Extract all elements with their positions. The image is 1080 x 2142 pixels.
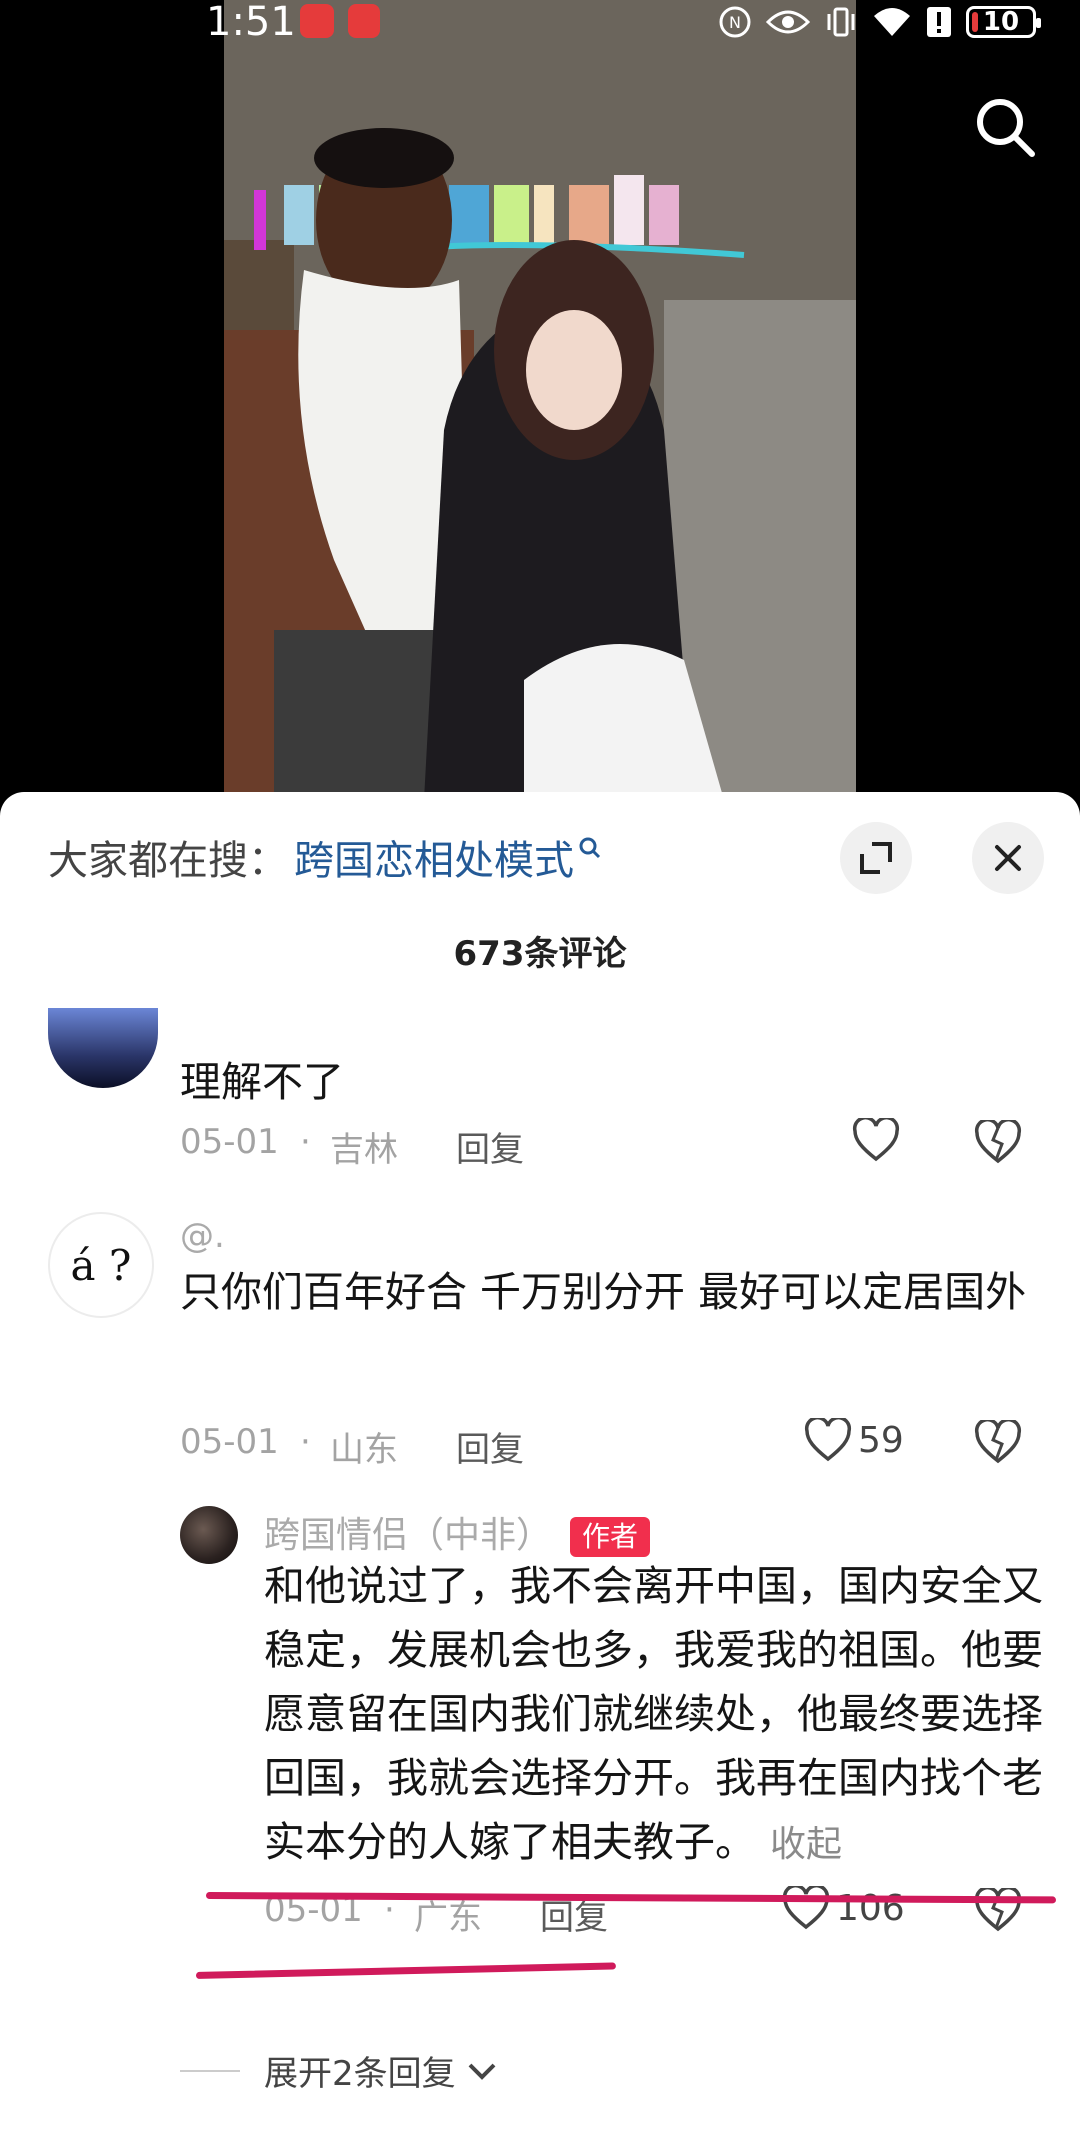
huawei-app-icon	[300, 4, 334, 38]
avatar[interactable]	[180, 1506, 238, 1564]
heart-icon	[782, 1886, 830, 1930]
avatar[interactable]	[48, 1008, 158, 1088]
like-button[interactable]: 59	[804, 1418, 904, 1462]
vibrate-icon	[827, 7, 855, 37]
comment-text: 理解不了	[180, 1058, 344, 1106]
eye-comfort-icon	[766, 10, 810, 34]
video-frame-image	[224, 0, 856, 800]
avatar[interactable]: á ?	[48, 1212, 154, 1318]
comment-text: 只你们百年好合 千万别分开 最好可以定居国外	[180, 1268, 1027, 1316]
author-tag: 作者	[570, 1517, 651, 1557]
like-count: 59	[858, 1419, 904, 1461]
search-icon[interactable]	[970, 92, 1040, 162]
expand-icon	[860, 842, 892, 874]
username[interactable]: 跨国情侣（中非）	[264, 1515, 552, 1556]
expand-button[interactable]	[840, 822, 912, 894]
battery-level: 10	[982, 7, 1020, 37]
status-time: 1:51	[206, 0, 296, 45]
battery-indicator: 10	[966, 6, 1041, 38]
chevron-down-icon	[468, 2063, 496, 2080]
wifi-icon	[874, 8, 910, 36]
comment-location: 吉林	[330, 1130, 398, 1170]
dislike-icon[interactable]	[974, 1420, 1022, 1464]
author-reply: 跨国情侣（中非） 作者 和他说过了，我不会离开中国，国内安全又稳定，发展机会也多，…	[0, 1506, 1080, 1946]
search-hint-term[interactable]: 跨国恋相处模式	[294, 828, 574, 886]
heart-icon	[804, 1418, 852, 1462]
battery-fill	[972, 12, 979, 32]
heart-icon	[852, 1118, 900, 1162]
svg-text:N: N	[729, 13, 741, 32]
dislike-icon[interactable]	[974, 1888, 1022, 1932]
meta-separator: ·	[300, 1122, 311, 1162]
like-button[interactable]: 106	[782, 1886, 905, 1930]
reply-username-row: 跨国情侣（中非） 作者	[264, 1506, 651, 1558]
close-icon	[995, 845, 1021, 871]
expand-replies-label: 展开2条回复	[264, 2054, 456, 2094]
username[interactable]: @.	[180, 1216, 225, 1256]
status-bar: 1:51 N 10	[0, 0, 1080, 44]
comment-item: 理解不了 05-01 · 吉林 回复	[0, 1008, 1080, 1171]
search-hint-label: 大家都在搜：	[48, 838, 288, 884]
like-button[interactable]	[852, 1118, 900, 1162]
search-hint[interactable]: 大家都在搜： 跨国恋相处模式	[48, 828, 602, 886]
alert-icon	[927, 7, 951, 37]
comment-location: 山东	[330, 1430, 398, 1470]
avatar-text: á ?	[70, 1240, 132, 1290]
video-player[interactable]	[224, 0, 856, 800]
comment-date: 05-01	[180, 1122, 279, 1162]
divider-line	[180, 2069, 240, 2072]
notification-app-icon	[348, 4, 380, 38]
comment-date: 05-01	[180, 1422, 279, 1462]
status-icons: N 10	[718, 2, 1041, 42]
close-button[interactable]	[972, 822, 1044, 894]
screen: 1:51 N 10 大家都在搜： 跨国恋相处模式 673条评论 理解不了 05-…	[0, 0, 1080, 2142]
reply-button[interactable]: 回复	[456, 1422, 524, 1471]
small-search-icon	[579, 837, 601, 859]
meta-separator: ·	[300, 1422, 311, 1462]
annotation-underline	[195, 1962, 616, 1979]
reply-text: 和他说过了，我不会离开中国，国内安全又稳定，发展机会也多，我爱我的祖国。他要愿意…	[264, 1562, 1043, 1866]
comment-text: 和他说过了，我不会离开中国，国内安全又稳定，发展机会也多，我爱我的祖国。他要愿意…	[264, 1554, 1044, 1877]
comment-count: 673条评论	[453, 934, 627, 974]
dislike-icon[interactable]	[974, 1120, 1022, 1164]
comment-sheet: 大家都在搜： 跨国恋相处模式 673条评论 理解不了 05-01 · 吉林 回复	[0, 792, 1080, 2142]
collapse-button[interactable]: 收起	[770, 1824, 842, 1865]
like-count: 106	[836, 1887, 905, 1929]
comment-item: á ? @. 只你们百年好合 千万别分开 最好可以定居国外 05-01 · 山东…	[0, 1212, 1080, 1512]
expand-replies-button[interactable]: 展开2条回复	[180, 2046, 500, 2095]
nfc-icon: N	[719, 6, 751, 38]
reply-button[interactable]: 回复	[456, 1122, 524, 1171]
